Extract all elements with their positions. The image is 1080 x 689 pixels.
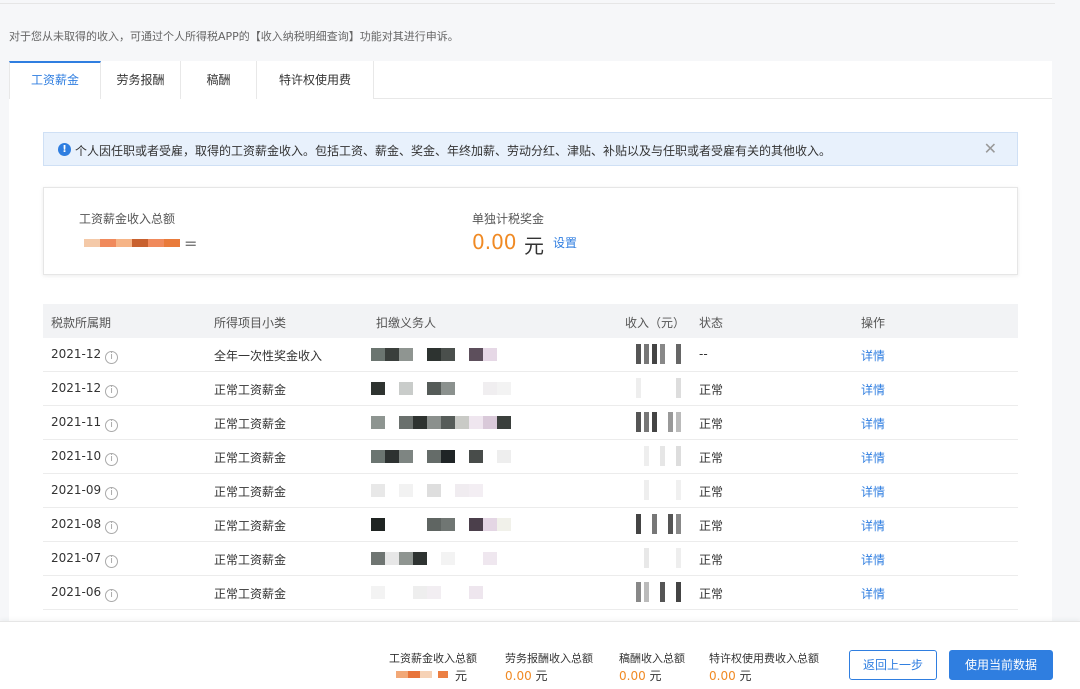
tab-salary[interactable]: 工资薪金	[9, 61, 101, 99]
table-row: 2021-08 i 正常工资薪金 正常 详情	[43, 508, 1018, 542]
info-icon[interactable]: i	[105, 521, 119, 534]
col-period: 税款所属期	[51, 316, 112, 330]
status-value: 正常	[699, 451, 724, 465]
footer-labor-value: 0.00	[505, 669, 532, 683]
status-value: 正常	[699, 553, 724, 567]
info-icon: !	[58, 143, 71, 156]
footer-labor-label: 劳务报酬收入总额	[505, 652, 593, 665]
info-icon[interactable]: i	[105, 487, 119, 500]
summary-card: 工资薪金收入总额 = 单独计税奖金 0.00 元 设置	[43, 187, 1018, 275]
category-value: 正常工资薪金	[214, 383, 287, 397]
close-icon[interactable]: ✕	[984, 139, 997, 158]
top-divider	[0, 0, 1055, 4]
table-row: 2021-11 i 正常工资薪金 正常 详情	[43, 406, 1018, 440]
back-button[interactable]: 返回上一步	[849, 650, 937, 680]
status-value: 正常	[699, 587, 724, 601]
footer-salary-label: 工资薪金收入总额	[389, 652, 477, 665]
table-row: 2021-06 i 正常工资薪金 正常 详情	[43, 576, 1018, 610]
detail-link[interactable]: 详情	[861, 551, 885, 568]
footer-franchise-unit: 元	[739, 669, 752, 683]
tab-royalty[interactable]: 稿酬	[181, 61, 257, 99]
period-value: 2021-09	[51, 483, 102, 497]
footer-royalty-unit: 元	[649, 669, 662, 683]
info-icon[interactable]: i	[105, 351, 119, 364]
category-value: 正常工资薪金	[214, 417, 287, 431]
bonus-label: 单独计税奖金	[472, 212, 545, 226]
category-value: 正常工资薪金	[214, 485, 287, 499]
table-row: 2021-07 i 正常工资薪金 正常 详情	[43, 542, 1018, 576]
category-value: 全年一次性奖金收入	[214, 349, 323, 363]
col-category: 所得项目小类	[214, 316, 287, 330]
status-value: 正常	[699, 417, 724, 431]
bonus-value: 0.00	[472, 230, 517, 254]
status-value: 正常	[699, 485, 724, 499]
table-row: 2021-09 i 正常工资薪金 正常 详情	[43, 474, 1018, 508]
settings-link[interactable]: 设置	[553, 234, 577, 251]
detail-link[interactable]: 详情	[861, 585, 885, 602]
footer-franchise-value: 0.00	[709, 669, 736, 683]
category-value: 正常工资薪金	[214, 587, 287, 601]
col-action: 操作	[861, 316, 886, 330]
info-icon[interactable]: i	[105, 385, 119, 398]
detail-link[interactable]: 详情	[861, 381, 885, 398]
status-value: 正常	[699, 519, 724, 533]
category-value: 正常工资薪金	[214, 519, 287, 533]
table-row: 2021-12 i 正常工资薪金 正常 详情	[43, 372, 1018, 406]
footer-royalty-value: 0.00	[619, 669, 646, 683]
info-icon[interactable]: i	[105, 453, 119, 466]
status-value: 正常	[699, 383, 724, 397]
category-value: 正常工资薪金	[214, 451, 287, 465]
period-value: 2021-10	[51, 449, 102, 463]
period-value: 2021-07	[51, 551, 102, 565]
period-value: 2021-12	[51, 347, 102, 361]
alert-text: 个人因任职或者受雇，取得的工资薪金收入。包括工资、薪金、奖金、年终加薪、劳动分红…	[75, 144, 832, 158]
detail-link[interactable]: 详情	[861, 449, 885, 466]
detail-link[interactable]: 详情	[861, 347, 885, 364]
col-withholder: 扣缴义务人	[376, 316, 437, 330]
use-current-data-button[interactable]: 使用当前数据	[949, 650, 1053, 680]
period-value: 2021-08	[51, 517, 102, 531]
period-value: 2021-11	[51, 415, 102, 429]
income-type-tabs: 工资薪金 劳务报酬 稿酬 特许权使用费	[9, 61, 1052, 99]
period-value: 2021-06	[51, 585, 102, 599]
table-header: 税款所属期 所得项目小类 扣缴义务人 收入（元） 状态 操作	[43, 304, 1018, 338]
status-value: --	[699, 347, 708, 361]
col-income: 收入（元）	[625, 316, 686, 330]
detail-link[interactable]: 详情	[861, 483, 885, 500]
tab-labor[interactable]: 劳务报酬	[101, 61, 181, 99]
summary-footer: 工资薪金收入总额 元 劳务报酬收入总额 0.00 元 稿酬收入总额 0.00 元…	[0, 621, 1080, 689]
footer-royalty-label: 稿酬收入总额	[619, 652, 685, 665]
tab-franchise[interactable]: 特许权使用费	[257, 61, 374, 99]
salary-total-label: 工资薪金收入总额	[79, 212, 176, 226]
info-alert: ! 个人因任职或者受雇，取得的工资薪金收入。包括工资、薪金、奖金、年终加薪、劳动…	[43, 132, 1018, 166]
footer-franchise-label: 特许权使用费收入总额	[709, 652, 819, 665]
category-value: 正常工资薪金	[214, 553, 287, 567]
info-icon[interactable]: i	[105, 589, 119, 602]
table-row: 2021-10 i 正常工资薪金 正常 详情	[43, 440, 1018, 474]
detail-link[interactable]: 详情	[861, 415, 885, 432]
detail-link[interactable]: 详情	[861, 517, 885, 534]
footer-labor-unit: 元	[535, 669, 548, 683]
bonus-unit: 元	[524, 234, 544, 258]
appeal-notice: 对于您从未取得的收入，可通过个人所得税APP的【收入纳税明细查询】功能对其进行申…	[9, 30, 459, 43]
info-icon[interactable]: i	[105, 555, 119, 568]
footer-salary-unit: 元	[455, 669, 468, 683]
col-status: 状态	[699, 316, 724, 330]
table-row: 2021-12 i 全年一次性奖金收入 -- 详情	[43, 338, 1018, 372]
info-icon[interactable]: i	[105, 419, 119, 432]
period-value: 2021-12	[51, 381, 102, 395]
